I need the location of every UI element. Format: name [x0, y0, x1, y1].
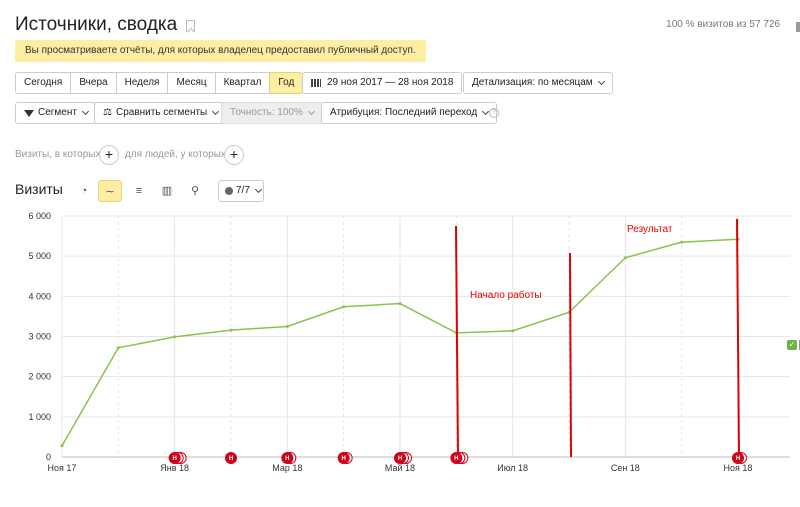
data-point	[680, 240, 684, 244]
annotation-result-label: Результат	[627, 224, 673, 235]
data-point	[623, 256, 627, 260]
data-point	[342, 305, 346, 309]
data-point	[173, 335, 177, 339]
x-tick-label: Ноя 18	[724, 463, 753, 473]
data-point	[116, 346, 120, 350]
note-marker-label: Н	[398, 456, 402, 462]
x-tick-label: Май 18	[385, 463, 415, 473]
annotation-line-mid	[569, 252, 572, 458]
y-tick-label: 3 000	[28, 332, 51, 342]
note-marker-label: Н	[341, 456, 345, 462]
visits-chart: 0 1 000 2 000 3 000 4 000 5 000 6 000 Ноя 17 Янв…	[28, 211, 790, 473]
note-marker-label: Н	[736, 456, 740, 462]
y-tick-label: 0	[46, 452, 51, 462]
y-tick-label: 5 000	[28, 251, 51, 261]
x-tick-label: Июл 18	[497, 463, 528, 473]
note-marker-label: Н	[285, 456, 289, 462]
y-tick-label: 6 000	[28, 211, 51, 221]
annotation-line-result	[736, 218, 740, 458]
note-marker-label: Н	[172, 456, 176, 462]
y-tick-label: 1 000	[28, 412, 51, 422]
x-tick-label: Мар 18	[272, 463, 302, 473]
data-point	[229, 328, 233, 332]
note-marker-label: Н	[229, 456, 233, 462]
y-tick-label: 4 000	[28, 291, 51, 301]
data-point	[60, 444, 64, 448]
y-tick-label: 2 000	[28, 372, 51, 382]
x-tick-label: Сен 18	[611, 463, 640, 473]
data-point	[285, 324, 289, 328]
x-tick-label: Ноя 17	[48, 463, 77, 473]
data-point	[511, 329, 515, 333]
annotation-start-label: Начало работы	[470, 289, 542, 301]
data-point	[398, 302, 402, 306]
note-marker-label: Н	[454, 456, 458, 462]
legend-checkbox[interactable]: ✓	[787, 340, 797, 350]
x-tick-label: Янв 18	[160, 463, 189, 473]
